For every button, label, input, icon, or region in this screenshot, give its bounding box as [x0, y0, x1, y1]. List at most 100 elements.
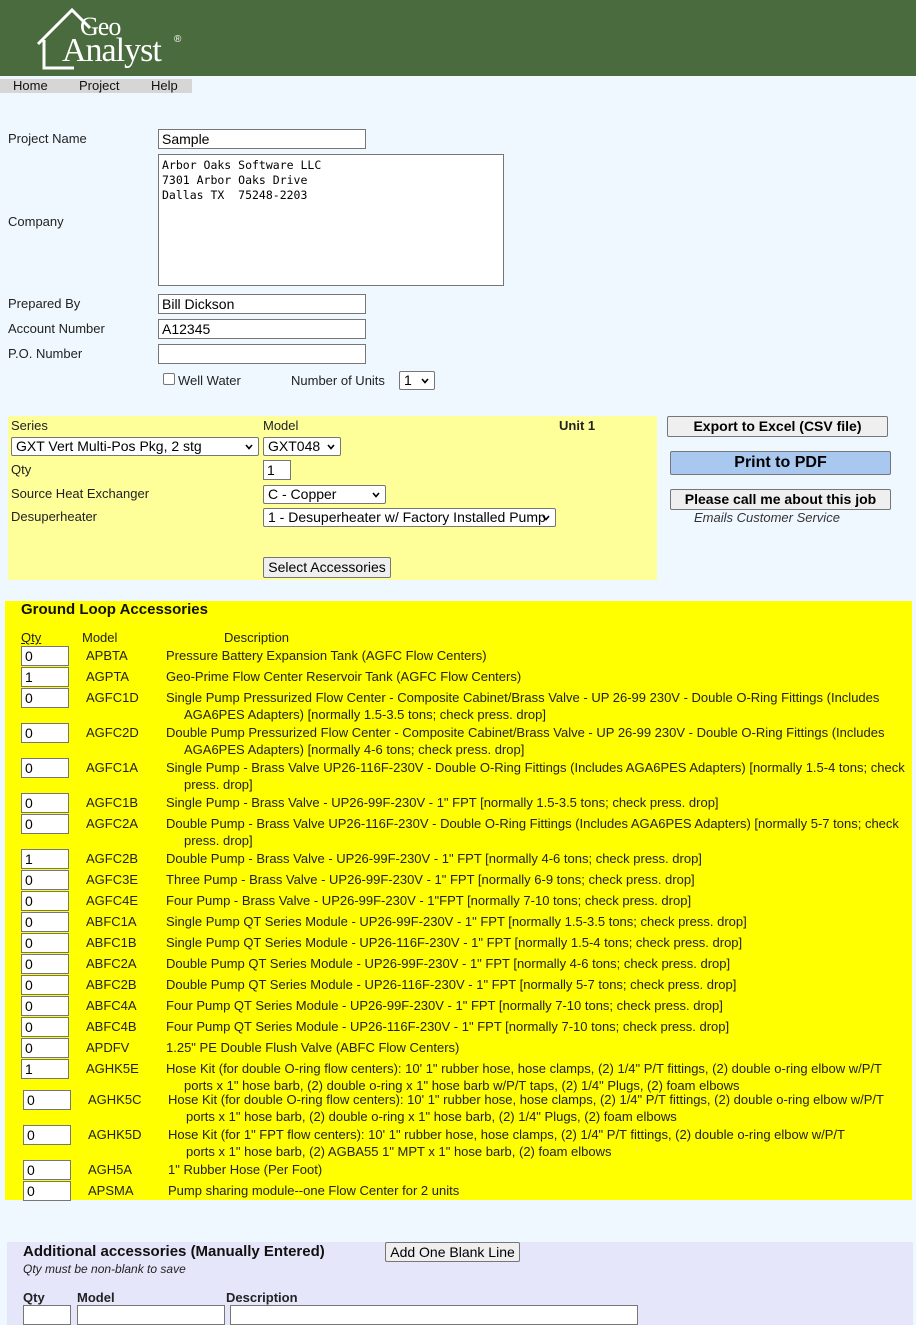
accessory-qty-input[interactable] — [21, 814, 69, 834]
geoanalyst-logo[interactable]: Geo Analyst ® — [34, 6, 194, 72]
ground-loop-title: Ground Loop Accessories — [21, 601, 208, 618]
accessory-model: AGHK5C — [88, 1092, 142, 1107]
chevron-down-icon — [372, 492, 380, 498]
accessory-description: Pressure Battery Expansion Tank (AGFC Fl… — [166, 648, 487, 663]
model-label: Model — [263, 418, 299, 433]
series-select[interactable]: GXT Vert Multi-Pos Pkg, 2 stg — [11, 437, 259, 456]
accessory-qty-input[interactable] — [23, 1125, 71, 1145]
unit-title: Unit 1 — [559, 418, 596, 433]
accessory-model: AGHK5E — [86, 1061, 139, 1076]
add-col-model-header: Model — [77, 1290, 115, 1305]
accessory-model: AGFC2A — [86, 816, 139, 831]
accessory-description: Double Pump - Brass Valve UP26-116F-230V… — [166, 816, 899, 848]
accessory-qty-input[interactable] — [21, 954, 69, 974]
accessory-description: Single Pump QT Series Module - UP26-99F-… — [166, 914, 747, 929]
accessory-description: Double Pump QT Series Module - UP26-116F… — [166, 977, 737, 992]
accessory-model: APDFV — [86, 1040, 130, 1055]
call-me-button[interactable]: Please call me about this job — [670, 489, 891, 510]
desuperheater-select[interactable]: 1 - Desuperheater w/ Factory Installed P… — [263, 508, 556, 527]
accessory-qty-input[interactable] — [21, 912, 69, 932]
accessory-model: ABFC4A — [86, 998, 137, 1013]
model-select[interactable]: GXT048 — [263, 437, 341, 456]
accessory-model: AGPTA — [86, 669, 130, 684]
accessory-qty-input[interactable] — [21, 723, 69, 743]
accessory-model: ABFC1A — [86, 914, 137, 929]
number-of-units-select[interactable]: 1 — [399, 371, 435, 390]
col-description-header: Description — [224, 630, 290, 645]
po-number-input[interactable] — [158, 344, 366, 364]
accessory-qty-input[interactable] — [21, 849, 69, 869]
project-name-label: Project Name — [8, 131, 87, 146]
accessory-model: AGHK5D — [88, 1127, 142, 1142]
accessory-qty-input[interactable] — [21, 1017, 69, 1037]
accessory-qty-input[interactable] — [23, 1160, 71, 1180]
accessory-qty-input[interactable] — [21, 1059, 69, 1079]
account-number-label: Account Number — [8, 321, 105, 336]
accessory-qty-input[interactable] — [23, 1181, 71, 1201]
po-number-label: P.O. Number — [8, 346, 83, 361]
menu-home[interactable]: Home — [13, 79, 48, 93]
chevron-down-icon — [421, 378, 429, 384]
accessory-qty-input[interactable] — [21, 793, 69, 813]
accessory-qty-input[interactable] — [21, 1038, 69, 1058]
well-water-checkbox[interactable] — [163, 373, 175, 385]
accessory-model: AGFC2D — [86, 725, 139, 740]
accessory-model: ABFC2A — [86, 956, 137, 971]
accessory-description: Single Pump - Brass Valve - UP26-99F-230… — [166, 795, 719, 810]
accessory-description: Hose Kit (for double O-ring flow centers… — [168, 1092, 884, 1124]
accessory-description: Three Pump - Brass Valve - UP26-99F-230V… — [166, 872, 695, 887]
accessory-model: AGFC1A — [86, 760, 139, 775]
accessory-qty-input[interactable] — [21, 758, 69, 778]
accessory-qty-input[interactable] — [21, 975, 69, 995]
print-pdf-button[interactable]: Print to PDF — [670, 451, 891, 475]
prepared-by-input[interactable] — [158, 294, 366, 314]
col-qty-header: Qty — [21, 630, 42, 645]
add-blank-line-button[interactable]: Add One Blank Line — [385, 1242, 520, 1262]
accessory-model: AGH5A — [88, 1162, 133, 1177]
accessory-description: Hose Kit (for double O-ring flow centers… — [166, 1061, 882, 1093]
accessory-description: 1.25" PE Double Flush Valve (ABFC Flow C… — [166, 1040, 460, 1055]
accessory-description: Four Pump - Brass Valve - UP26-99F-230V … — [166, 893, 692, 908]
source-heat-exchanger-select[interactable]: C - Copper — [263, 485, 386, 504]
accessory-qty-input[interactable] — [21, 996, 69, 1016]
additional-title: Additional accessories (Manually Entered… — [23, 1243, 325, 1260]
accessory-qty-input[interactable] — [21, 646, 69, 666]
accessory-qty-input[interactable] — [23, 1090, 71, 1110]
project-name-input[interactable] — [158, 129, 366, 149]
accessory-description: Single Pump QT Series Module - UP26-116F… — [166, 935, 743, 950]
accessory-qty-input[interactable] — [21, 667, 69, 687]
menu-help[interactable]: Help — [151, 79, 178, 93]
select-accessories-button[interactable]: Select Accessories — [263, 557, 391, 578]
accessory-description: Double Pump Pressurized Flow Center - Co… — [166, 725, 885, 757]
qty-label: Qty — [11, 462, 32, 477]
registered-mark: ® — [174, 34, 182, 45]
accessory-qty-input[interactable] — [21, 933, 69, 953]
accessory-model: ABFC2B — [86, 977, 137, 992]
accessory-description: 1" Rubber Hose (Per Foot) — [168, 1162, 323, 1177]
company-textarea[interactable]: Arbor Oaks Software LLC 7301 Arbor Oaks … — [158, 154, 504, 286]
additional-note: Qty must be non-blank to save — [23, 1262, 186, 1276]
company-label: Company — [8, 214, 64, 229]
series-label: Series — [11, 418, 48, 433]
col-model-header: Model — [82, 630, 118, 645]
add-col-qty-header: Qty — [23, 1290, 45, 1305]
export-excel-button[interactable]: Export to Excel (CSV file) — [667, 416, 888, 437]
accessory-description: Single Pump - Brass Valve UP26-116F-230V… — [166, 760, 905, 792]
additional-qty-input[interactable] — [23, 1305, 71, 1325]
accessory-description: Hose Kit (for 1" FPT flow centers): 10' … — [168, 1127, 845, 1159]
accessory-qty-input[interactable] — [21, 870, 69, 890]
desuperheater-label: Desuperheater — [11, 509, 97, 524]
accessory-model: AGFC4E — [86, 893, 139, 908]
additional-description-input[interactable] — [230, 1305, 638, 1325]
accessory-model: APBTA — [86, 648, 128, 663]
well-water-label: Well Water — [178, 373, 241, 388]
accessory-qty-input[interactable] — [21, 688, 69, 708]
account-number-input[interactable] — [158, 319, 366, 339]
menu-project[interactable]: Project — [79, 79, 119, 93]
accessory-description: Single Pump Pressurized Flow Center - Co… — [166, 690, 880, 722]
accessory-qty-input[interactable] — [21, 891, 69, 911]
unit-qty-input[interactable] — [263, 460, 291, 480]
accessory-model: AGFC1D — [86, 690, 139, 705]
number-of-units-label: Number of Units — [291, 373, 385, 388]
additional-model-input[interactable] — [77, 1305, 225, 1325]
